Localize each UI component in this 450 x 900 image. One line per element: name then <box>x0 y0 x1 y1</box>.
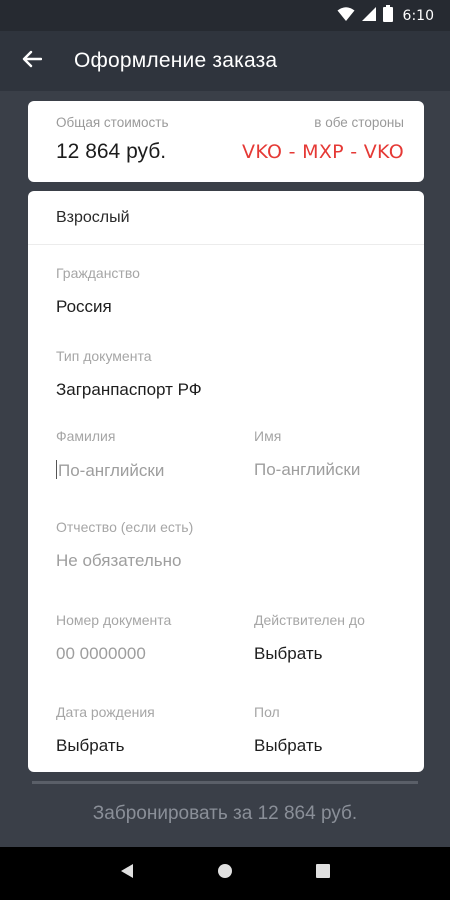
back-triangle-icon <box>120 863 134 884</box>
total-cost-label: Общая стоимость <box>56 115 169 130</box>
nav-home-button[interactable] <box>205 854 245 894</box>
first-name-field[interactable]: Имя По-английски <box>254 428 414 480</box>
page-title: Оформление заказа <box>74 49 278 72</box>
status-bar: 6:10 <box>0 0 450 31</box>
battery-icon <box>382 5 393 26</box>
document-number-placeholder: 00 0000000 <box>56 644 146 663</box>
document-type-field[interactable]: Тип документа Загранпаспорт РФ <box>56 348 396 400</box>
nav-back-button[interactable] <box>107 854 147 894</box>
last-name-field[interactable]: Фамилия По-английски <box>56 428 236 481</box>
nav-recents-button[interactable] <box>303 854 343 894</box>
birth-date-value: Выбрать <box>56 736 125 755</box>
middle-name-field[interactable]: Отчество (если есть) Не обязательно <box>56 519 396 571</box>
middle-name-label: Отчество (если есть) <box>56 519 194 535</box>
birth-date-label: Дата рождения <box>56 704 155 720</box>
last-name-label: Фамилия <box>56 428 116 444</box>
citizenship-value: Россия <box>56 297 112 316</box>
gender-field[interactable]: Пол Выбрать <box>254 704 414 756</box>
back-button[interactable] <box>0 31 64 91</box>
wifi-icon <box>337 6 355 26</box>
first-name-label: Имя <box>254 428 282 444</box>
arrow-left-icon <box>22 50 43 73</box>
price-summary-card: Общая стоимость в обе стороны 12 864 руб… <box>28 101 424 182</box>
app-bar: Оформление заказа <box>0 31 450 91</box>
valid-until-value: Выбрать <box>254 644 323 663</box>
home-circle-icon <box>217 863 233 884</box>
book-button[interactable]: Забронировать за 12 864 руб. <box>93 803 357 825</box>
document-type-label: Тип документа <box>56 348 152 364</box>
document-number-label: Номер документа <box>56 612 172 628</box>
direction-label: в обе стороны <box>314 115 404 130</box>
citizenship-label: Гражданство <box>56 265 140 281</box>
middle-name-placeholder: Не обязательно <box>56 551 182 570</box>
last-name-placeholder: По-английски <box>58 461 165 480</box>
bottom-action-bar: Забронировать за 12 864 руб. <box>0 781 450 847</box>
document-type-value: Загранпаспорт РФ <box>56 380 202 399</box>
valid-until-field[interactable]: Действителен до Выбрать <box>254 612 419 664</box>
valid-until-label: Действителен до <box>254 612 365 628</box>
recents-square-icon <box>316 864 330 883</box>
total-cost-value: 12 864 руб. <box>56 140 167 163</box>
signal-icon <box>361 6 377 26</box>
birth-date-field[interactable]: Дата рождения Выбрать <box>56 704 236 756</box>
route-text: VKO - MXP - VKO <box>242 141 404 163</box>
gender-value: Выбрать <box>254 736 323 755</box>
text-cursor <box>56 460 57 479</box>
document-number-field[interactable]: Номер документа 00 0000000 <box>56 612 236 664</box>
gender-label: Пол <box>254 704 280 720</box>
passenger-form-card: Взрослый Гражданство Россия Тип документ… <box>28 191 424 772</box>
citizenship-field[interactable]: Гражданство Россия <box>56 265 396 317</box>
status-time: 6:10 <box>402 7 434 24</box>
passenger-type-header: Взрослый <box>28 191 424 245</box>
first-name-placeholder: По-английски <box>254 460 361 479</box>
system-nav-bar <box>0 847 450 900</box>
